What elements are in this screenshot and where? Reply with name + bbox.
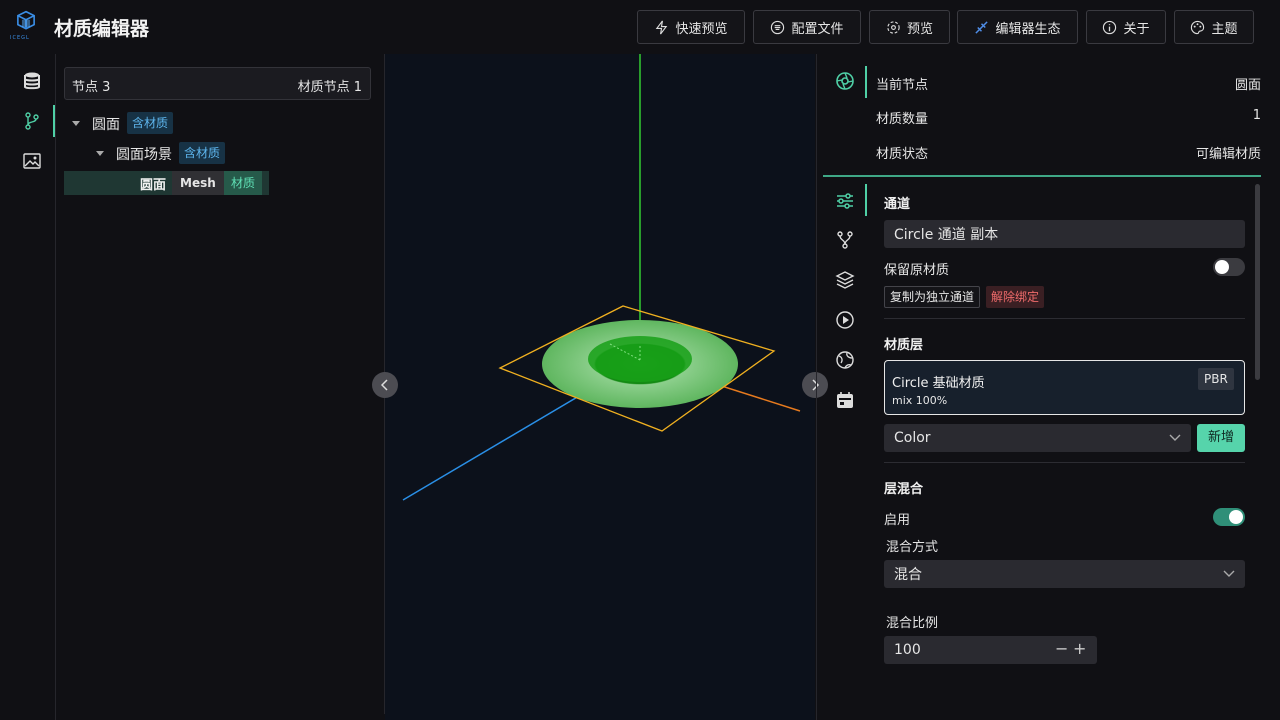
has-material-tag: 含材质 (179, 142, 226, 164)
lightning-icon (656, 20, 668, 34)
theme-label: 主题 (1211, 21, 1238, 37)
keep-material-label: 保留原材质 (884, 263, 950, 278)
config-icon (771, 20, 785, 34)
tree-item-label[interactable]: 圆面场景 (116, 144, 172, 164)
info-active-indicator (865, 66, 867, 98)
unbind-button[interactable]: 解除绑定 (986, 286, 1045, 308)
blend-mode-label: 混合方式 (886, 540, 939, 555)
mesh-tag: Mesh (172, 171, 224, 195)
material-count-value: 1 (1252, 108, 1261, 123)
blend-section-title: 层混合 (884, 482, 924, 497)
material-count-label: 材质数量 (876, 112, 929, 127)
calendar-icon[interactable] (835, 390, 855, 410)
right-bar-active-indicator (865, 184, 867, 216)
current-node-label: 当前节点 (876, 78, 929, 93)
current-node-value: 圆面 (1234, 78, 1261, 93)
material-status-label: 材质状态 (876, 147, 929, 162)
image-icon[interactable] (22, 151, 42, 171)
add-layer-button[interactable]: 新增 (1197, 424, 1245, 452)
blend-ratio-label: 混合比例 (886, 616, 939, 631)
info-icon (1103, 20, 1117, 34)
quick-preview-button[interactable]: 快速预览 (637, 10, 745, 44)
tree-item-label[interactable]: 圆面 (140, 174, 166, 193)
left-bar-active-indicator (53, 105, 55, 137)
preview-icon (887, 20, 900, 34)
globe-icon[interactable] (835, 350, 855, 370)
blend-ratio-value: 100 (894, 642, 921, 658)
layers-icon[interactable] (835, 270, 855, 290)
pbr-badge: PBR (1198, 368, 1234, 390)
config-file-button[interactable]: 配置文件 (753, 10, 861, 44)
has-material-tag: 含材质 (127, 112, 174, 134)
palette-icon (1191, 20, 1205, 34)
chevron-down-icon (1223, 570, 1235, 577)
branch-icon[interactable] (835, 230, 855, 250)
material-tag: 材质 (224, 171, 263, 195)
quick-preview-label: 快速预览 (675, 21, 728, 37)
chevron-left-icon (380, 379, 388, 391)
aperture-icon[interactable] (835, 71, 855, 91)
preview-label: 预览 (906, 21, 933, 37)
copy-channel-button[interactable]: 复制为独立通道 (884, 286, 981, 308)
section-divider (884, 318, 1245, 319)
channel-name-input[interactable]: Circle 通道 副本 (884, 220, 1245, 248)
blend-ratio-input[interactable]: 100 − + (884, 636, 1097, 664)
blend-enable-toggle[interactable] (1213, 508, 1245, 526)
panel-scrollbar[interactable] (1255, 184, 1260, 380)
expand-arrow-icon[interactable] (96, 151, 104, 156)
layer-name: Circle 基础材质 (892, 376, 985, 391)
section-divider (884, 462, 1245, 463)
layer-mix: mix 100% (892, 394, 948, 407)
decrement-icon[interactable]: − (1055, 639, 1068, 658)
sliders-icon[interactable] (835, 191, 855, 211)
increment-icon[interactable]: + (1073, 639, 1086, 658)
3d-viewport[interactable] (385, 54, 815, 720)
collapse-left-button[interactable] (372, 372, 398, 398)
play-icon[interactable] (835, 310, 855, 330)
layer-type-value: Color (894, 430, 931, 446)
about-button[interactable]: 关于 (1086, 10, 1166, 44)
theme-button[interactable]: 主题 (1174, 10, 1254, 44)
about-label: 关于 (1123, 21, 1150, 37)
layer-type-select[interactable]: Color (884, 424, 1191, 452)
editor-ecosystem-label: 编辑器生态 (995, 21, 1061, 37)
blend-enable-label: 启用 (884, 513, 911, 528)
preview-button[interactable]: 预览 (869, 10, 950, 44)
expand-arrow-icon[interactable] (72, 121, 80, 126)
ecosystem-icon (975, 20, 989, 34)
editor-ecosystem-button[interactable]: 编辑器生态 (957, 10, 1078, 44)
app-title: 材质编辑器 (54, 18, 150, 40)
blend-mode-select[interactable]: 混合 (884, 560, 1245, 588)
blend-mode-value: 混合 (894, 567, 922, 583)
config-file-label: 配置文件 (791, 21, 844, 37)
material-status-value: 可编辑材质 (1195, 147, 1261, 162)
channel-section-title: 通道 (884, 197, 911, 212)
branch-icon[interactable] (22, 111, 42, 131)
material-layer-title: 材质层 (884, 338, 924, 353)
keep-material-toggle[interactable] (1213, 258, 1245, 276)
tree-item-label[interactable]: 圆面 (92, 114, 120, 134)
logo-text: ICEGL (10, 35, 30, 41)
material-node-count-label: 材质节点 1 (297, 80, 362, 95)
chevron-down-icon (1169, 434, 1181, 441)
info-divider (823, 175, 1261, 177)
